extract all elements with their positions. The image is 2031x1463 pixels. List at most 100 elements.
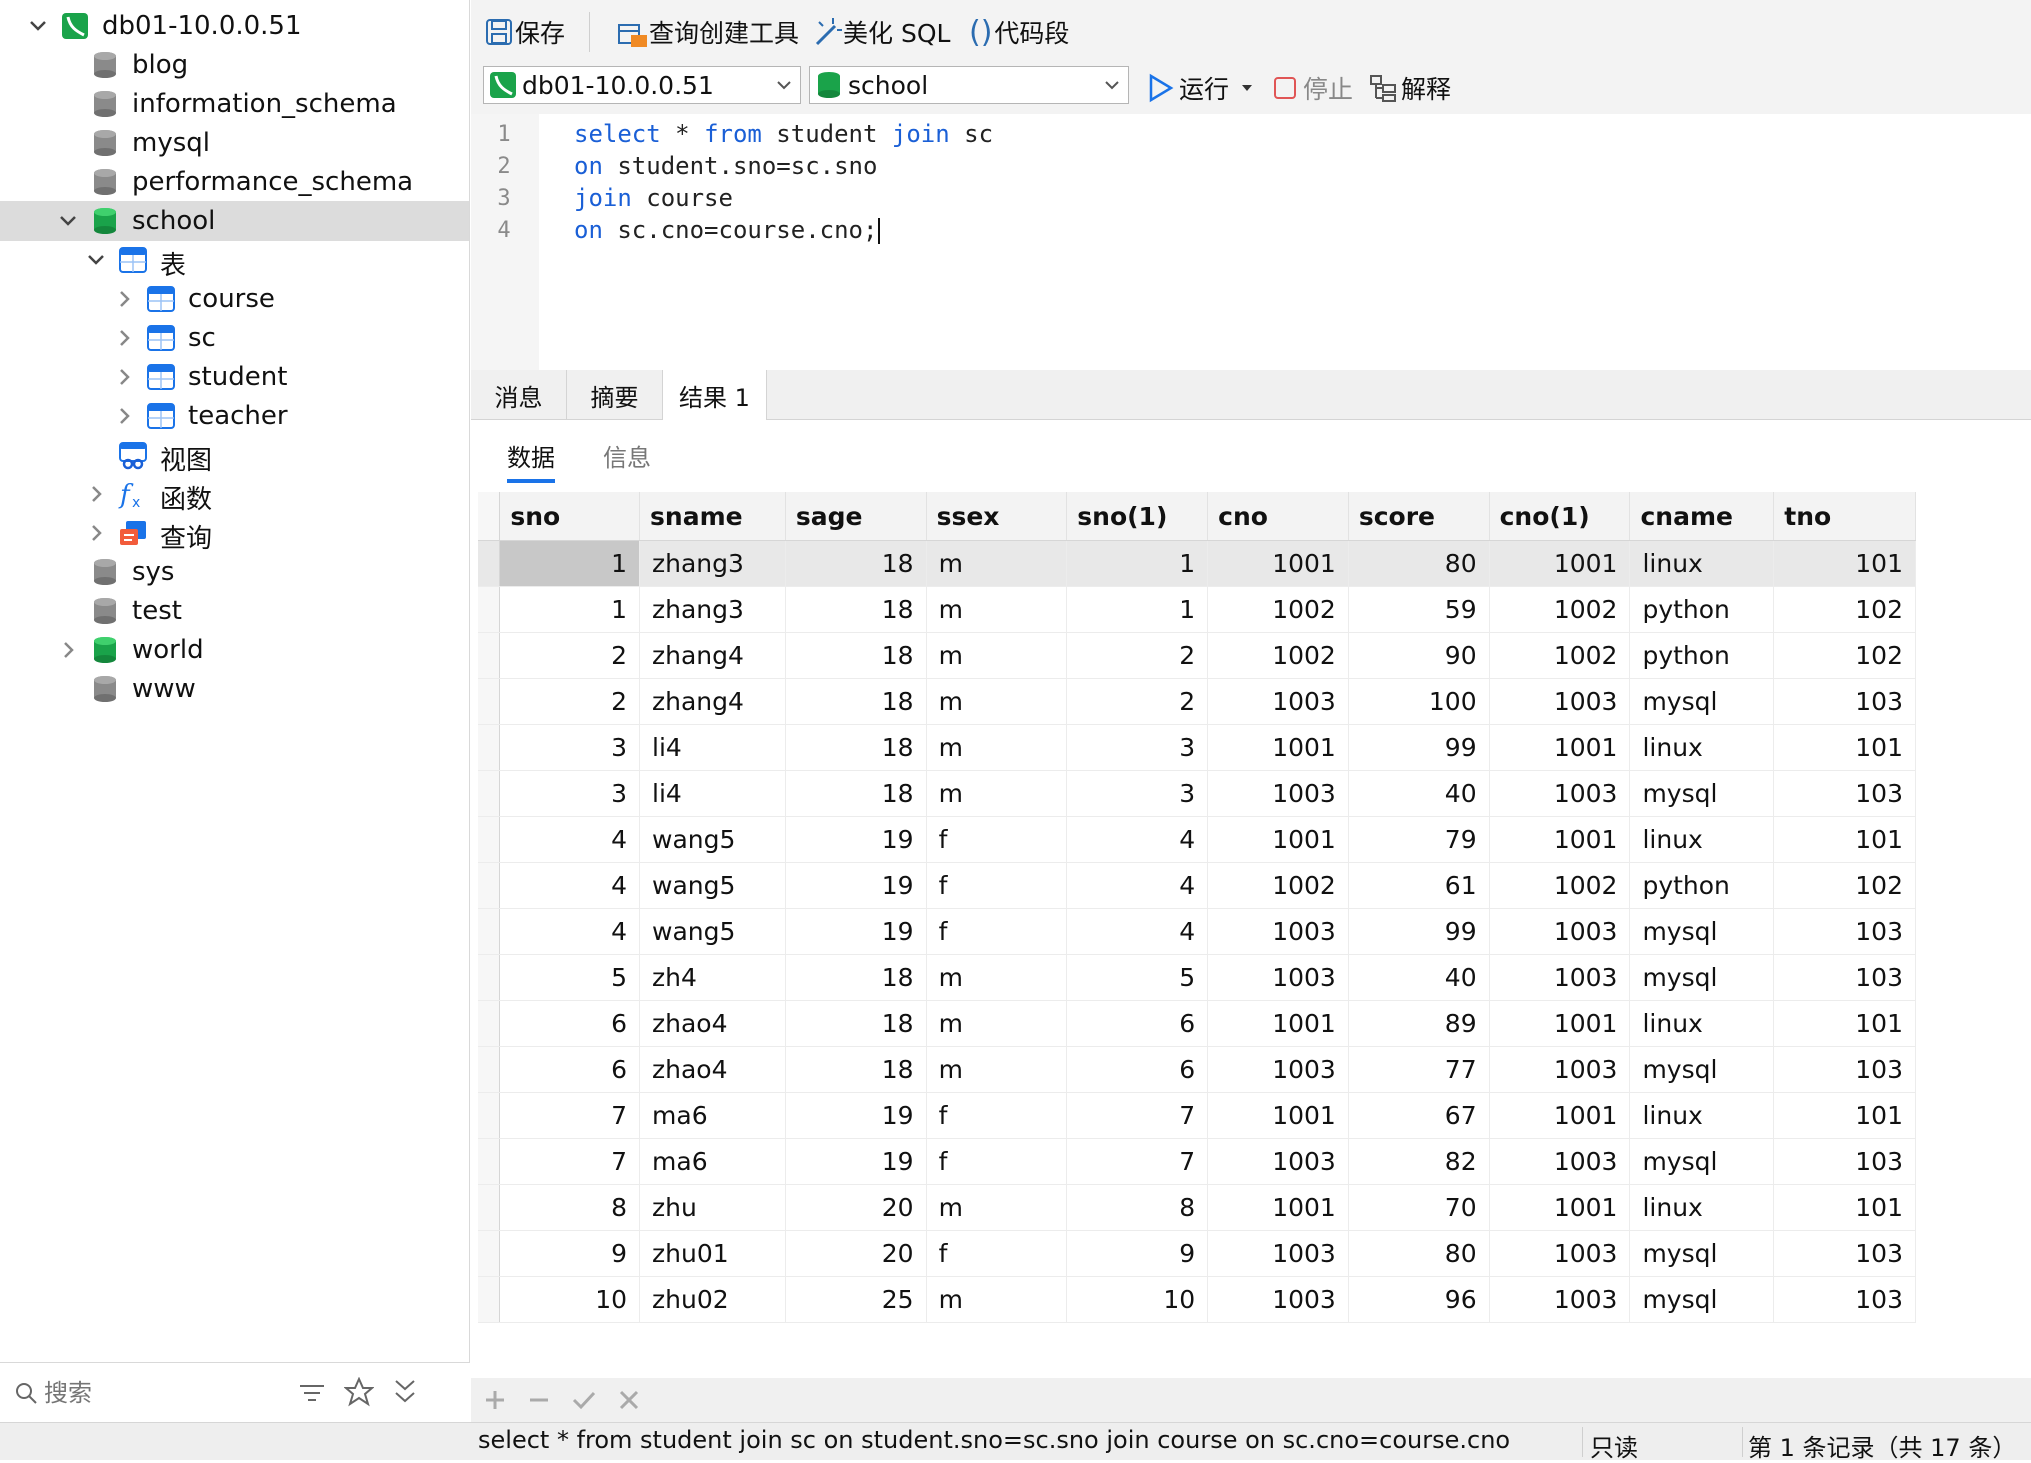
tree-item-blog[interactable]: blog bbox=[0, 45, 469, 85]
cell-sname[interactable]: wang5 bbox=[639, 862, 786, 909]
cell-sno(1)[interactable]: 4 bbox=[1066, 816, 1209, 863]
table-row[interactable]: 4 wang5 19 f 4 1001 79 1001 linux 101 bbox=[478, 816, 1916, 863]
cell-sname[interactable]: zhu01 bbox=[639, 1230, 786, 1277]
cell-sno(1)[interactable]: 7 bbox=[1066, 1092, 1209, 1139]
tab-messages[interactable]: 消息 bbox=[471, 370, 567, 420]
cell-sno[interactable]: 3 bbox=[499, 724, 641, 771]
cell-sname[interactable]: zhang3 bbox=[639, 540, 786, 587]
row-header[interactable] bbox=[478, 632, 501, 679]
cell-sage[interactable]: 18 bbox=[785, 954, 927, 1001]
cell-sno(1)[interactable]: 8 bbox=[1066, 1184, 1209, 1231]
save-button[interactable]: 保存 bbox=[483, 12, 565, 52]
code-line[interactable]: on student.sno=sc.sno bbox=[574, 152, 877, 180]
cell-cno(1)[interactable]: 1003 bbox=[1489, 1230, 1631, 1277]
cell-tno[interactable]: 103 bbox=[1773, 954, 1916, 1001]
cell-sno(1)[interactable]: 1 bbox=[1066, 540, 1209, 587]
cell-sno[interactable]: 9 bbox=[499, 1230, 641, 1277]
cell-score[interactable]: 77 bbox=[1348, 1046, 1490, 1093]
cell-cno[interactable]: 1002 bbox=[1207, 632, 1349, 679]
cell-ssex[interactable]: f bbox=[926, 1092, 1068, 1139]
cell-score[interactable]: 96 bbox=[1348, 1276, 1490, 1323]
column-header-cname[interactable]: cname bbox=[1629, 492, 1775, 541]
cell-sno[interactable]: 4 bbox=[499, 862, 641, 909]
cell-sno(1)[interactable]: 4 bbox=[1066, 862, 1209, 909]
cell-ssex[interactable]: m bbox=[926, 1046, 1068, 1093]
table-row[interactable]: 4 wang5 19 f 4 1003 99 1003 mysql 103 bbox=[478, 908, 1916, 955]
cell-sname[interactable]: wang5 bbox=[639, 908, 786, 955]
cell-sno[interactable]: 6 bbox=[499, 1046, 641, 1093]
cell-ssex[interactable]: m bbox=[926, 678, 1068, 725]
subtab-info[interactable]: 信息 bbox=[603, 438, 651, 473]
tree-item-函数[interactable]: f x 函数 bbox=[0, 474, 469, 515]
cell-cno[interactable]: 1001 bbox=[1207, 724, 1349, 771]
tree-item-test[interactable]: test bbox=[0, 591, 469, 631]
chevron-right-icon[interactable] bbox=[86, 523, 106, 543]
cell-tno[interactable]: 103 bbox=[1773, 1046, 1916, 1093]
chevron-right-icon[interactable] bbox=[114, 289, 134, 309]
cell-sage[interactable]: 18 bbox=[785, 1000, 927, 1047]
beautify-sql-button[interactable]: 美化 SQL bbox=[811, 12, 950, 52]
cell-cname[interactable]: linux bbox=[1629, 540, 1775, 587]
row-header[interactable] bbox=[478, 1000, 501, 1047]
row-header[interactable] bbox=[478, 908, 501, 955]
tab-result-1[interactable]: 结果 1 bbox=[663, 370, 767, 421]
add-row-icon[interactable] bbox=[483, 1388, 507, 1412]
cell-tno[interactable]: 103 bbox=[1773, 1276, 1916, 1323]
cell-sage[interactable]: 19 bbox=[785, 1092, 927, 1139]
cell-score[interactable]: 79 bbox=[1348, 816, 1490, 863]
cell-ssex[interactable]: m bbox=[926, 632, 1068, 679]
cell-sage[interactable]: 19 bbox=[785, 908, 927, 955]
cell-sage[interactable]: 18 bbox=[785, 678, 927, 725]
row-header[interactable] bbox=[478, 1092, 501, 1139]
cell-sage[interactable]: 20 bbox=[785, 1184, 927, 1231]
cell-sage[interactable]: 18 bbox=[785, 770, 927, 817]
cell-cno(1)[interactable]: 1002 bbox=[1489, 862, 1631, 909]
table-row[interactable]: 9 zhu01 20 f 9 1003 80 1003 mysql 103 bbox=[478, 1230, 1916, 1277]
cell-cname[interactable]: mysql bbox=[1629, 1276, 1775, 1323]
cell-tno[interactable]: 101 bbox=[1773, 540, 1916, 587]
cell-sage[interactable]: 19 bbox=[785, 1138, 927, 1185]
cell-ssex[interactable]: m bbox=[926, 724, 1068, 771]
cell-sname[interactable]: zhu bbox=[639, 1184, 786, 1231]
star-icon[interactable] bbox=[344, 1377, 374, 1407]
cell-tno[interactable]: 101 bbox=[1773, 1092, 1916, 1139]
chevron-right-icon[interactable] bbox=[114, 406, 134, 426]
cell-sno[interactable]: 6 bbox=[499, 1000, 641, 1047]
tree-item-视图[interactable]: 视图 bbox=[0, 435, 469, 476]
code-line[interactable]: select * from student join sc bbox=[574, 120, 993, 148]
row-header[interactable] bbox=[478, 678, 501, 725]
table-row[interactable]: 6 zhao4 18 m 6 1001 89 1001 linux 101 bbox=[478, 1000, 1916, 1047]
cell-cno(1)[interactable]: 1003 bbox=[1489, 908, 1631, 955]
cell-sno(1)[interactable]: 3 bbox=[1066, 724, 1209, 771]
tree-item-www[interactable]: www bbox=[0, 669, 469, 709]
cell-sage[interactable]: 18 bbox=[785, 586, 927, 633]
cell-sno[interactable]: 3 bbox=[499, 770, 641, 817]
column-header-ssex[interactable]: ssex bbox=[926, 492, 1068, 541]
cell-sno(1)[interactable]: 10 bbox=[1066, 1276, 1209, 1323]
cell-cno(1)[interactable]: 1002 bbox=[1489, 632, 1631, 679]
chevron-right-icon[interactable] bbox=[114, 328, 134, 348]
cell-cno[interactable]: 1003 bbox=[1207, 1046, 1349, 1093]
cell-cno[interactable]: 1001 bbox=[1207, 816, 1349, 863]
cell-sname[interactable]: zh4 bbox=[639, 954, 786, 1001]
cell-sname[interactable]: zhang4 bbox=[639, 678, 786, 725]
column-header-sname[interactable]: sname bbox=[639, 492, 786, 541]
cell-ssex[interactable]: m bbox=[926, 1000, 1068, 1047]
cell-cno(1)[interactable]: 1003 bbox=[1489, 678, 1631, 725]
code-line[interactable]: join course bbox=[574, 184, 733, 212]
cell-sname[interactable]: zhu02 bbox=[639, 1276, 786, 1323]
cell-score[interactable]: 70 bbox=[1348, 1184, 1490, 1231]
row-header[interactable] bbox=[478, 540, 501, 587]
caret-down-icon[interactable] bbox=[1239, 82, 1255, 94]
cell-score[interactable]: 59 bbox=[1348, 586, 1490, 633]
cell-ssex[interactable]: f bbox=[926, 1138, 1068, 1185]
table-row[interactable]: 3 li4 18 m 3 1003 40 1003 mysql 103 bbox=[478, 770, 1916, 817]
cell-cno(1)[interactable]: 1001 bbox=[1489, 1184, 1631, 1231]
cell-cno(1)[interactable]: 1003 bbox=[1489, 770, 1631, 817]
cell-score[interactable]: 99 bbox=[1348, 724, 1490, 771]
cell-ssex[interactable]: m bbox=[926, 770, 1068, 817]
column-header-tno[interactable]: tno bbox=[1773, 492, 1916, 541]
table-row[interactable]: 7 ma6 19 f 7 1003 82 1003 mysql 103 bbox=[478, 1138, 1916, 1185]
cell-ssex[interactable]: m bbox=[926, 954, 1068, 1001]
cell-sage[interactable]: 18 bbox=[785, 1046, 927, 1093]
